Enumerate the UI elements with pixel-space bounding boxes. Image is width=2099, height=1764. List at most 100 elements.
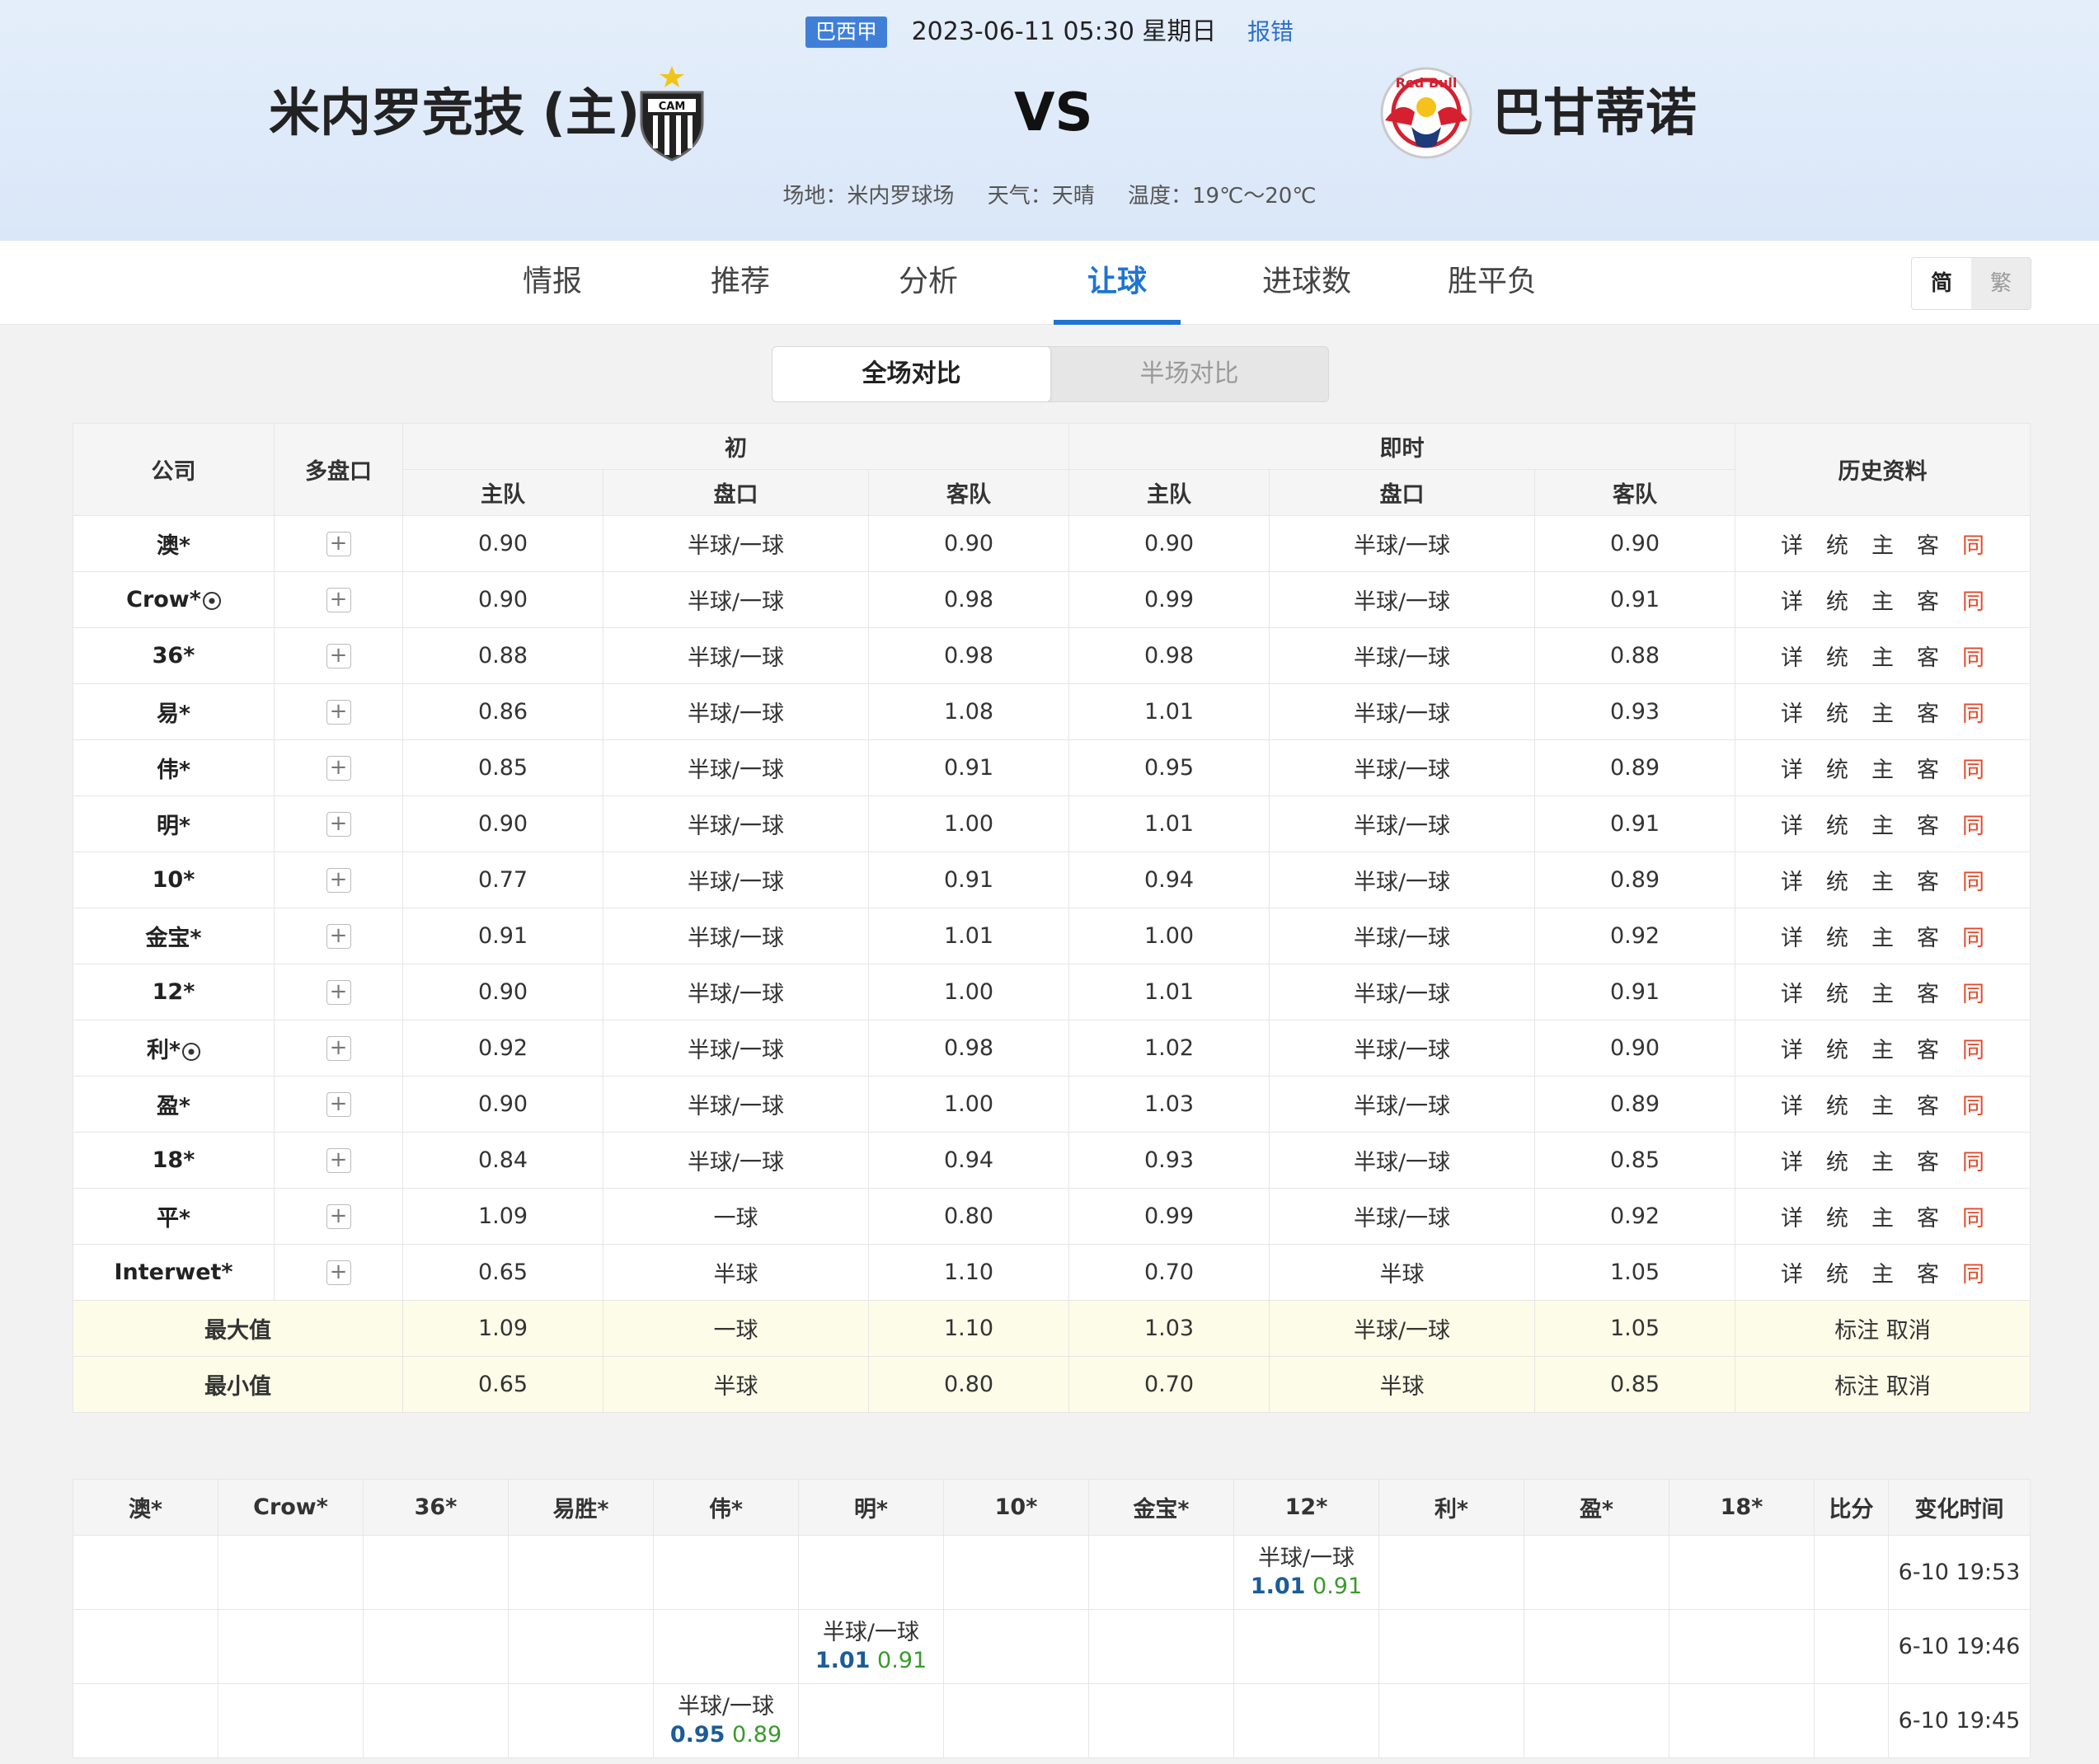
home-link[interactable]: 主 [1871,1144,1894,1176]
expand-plus-icon[interactable]: + [326,1092,351,1118]
same-link[interactable]: 同 [1962,1144,1984,1176]
expand-plus-icon[interactable]: + [326,980,351,1006]
tab-analysis[interactable]: 分析 [871,241,986,323]
away-link[interactable]: 客 [1917,1144,1939,1176]
detail-link[interactable]: 详 [1781,976,1803,1008]
expand-plus-icon[interactable]: + [326,1036,351,1062]
same-link[interactable]: 同 [1962,1032,1984,1064]
same-link[interactable]: 同 [1962,976,1984,1008]
company-name[interactable]: 澳* [73,515,275,572]
away-link[interactable]: 客 [1917,1032,1939,1064]
expand-plus-icon[interactable]: + [326,1148,351,1174]
expand-plus-icon[interactable]: + [326,644,351,669]
expand-plus-icon[interactable]: + [326,924,351,950]
stats-link[interactable]: 统 [1826,528,1848,560]
tab-handicap[interactable]: 让球 [1054,241,1181,325]
home-link[interactable]: 主 [1871,808,1894,840]
away-link[interactable]: 客 [1917,920,1939,952]
detail-link[interactable]: 详 [1781,1088,1803,1120]
stats-link[interactable]: 统 [1826,808,1848,840]
away-link[interactable]: 客 [1917,1256,1939,1288]
expand-plus-icon[interactable]: + [326,1204,351,1230]
league-badge[interactable]: 巴西甲 [805,16,888,48]
home-link[interactable]: 主 [1871,696,1894,728]
max-mark-link[interactable]: 标注 [1834,1318,1879,1344]
detail-link[interactable]: 详 [1781,1032,1803,1064]
home-link[interactable]: 主 [1871,920,1894,952]
same-link[interactable]: 同 [1962,640,1984,672]
expand-plus-icon[interactable]: + [326,756,351,781]
detail-link[interactable]: 详 [1781,920,1803,952]
expand-plus-icon[interactable]: + [326,588,351,613]
away-team-name[interactable]: 巴甘蒂诺 [1492,76,1697,150]
home-link[interactable]: 主 [1871,1088,1894,1120]
detail-link[interactable]: 详 [1781,808,1803,840]
expand-plus-icon[interactable]: + [326,1260,351,1286]
same-link[interactable]: 同 [1962,528,1984,560]
away-link[interactable]: 客 [1917,696,1939,728]
company-name[interactable]: 金宝* [73,908,275,964]
company-name[interactable]: 12* [73,964,275,1020]
company-name[interactable]: 盈* [73,1076,275,1133]
home-link[interactable]: 主 [1871,584,1894,616]
away-link[interactable]: 客 [1917,808,1939,840]
away-link[interactable]: 客 [1917,640,1939,672]
home-team-name[interactable]: 米内罗竞技 (主) [269,76,640,150]
stats-link[interactable]: 统 [1826,696,1848,728]
same-link[interactable]: 同 [1962,920,1984,952]
company-name[interactable]: Crow* [73,571,275,628]
company-name[interactable]: 10* [73,852,275,908]
stats-link[interactable]: 统 [1826,1256,1848,1288]
detail-link[interactable]: 详 [1781,696,1803,728]
company-name[interactable]: 伟* [73,739,275,796]
home-link[interactable]: 主 [1871,864,1894,896]
home-link[interactable]: 主 [1871,528,1894,560]
stats-link[interactable]: 统 [1826,920,1848,952]
stats-link[interactable]: 统 [1826,864,1848,896]
away-link[interactable]: 客 [1917,976,1939,1008]
expand-plus-icon[interactable]: + [326,532,351,557]
tab-recommend[interactable]: 推荐 [683,241,798,323]
company-name[interactable]: 36* [73,627,275,684]
expand-plus-icon[interactable]: + [326,868,351,894]
stats-link[interactable]: 统 [1826,640,1848,672]
same-link[interactable]: 同 [1962,1200,1984,1232]
stats-link[interactable]: 统 [1826,1144,1848,1176]
stats-link[interactable]: 统 [1826,752,1848,784]
stats-link[interactable]: 统 [1826,584,1848,616]
company-name[interactable]: 易* [73,683,275,740]
detail-link[interactable]: 详 [1781,584,1803,616]
expand-plus-icon[interactable]: + [326,700,351,725]
home-team-logo[interactable]: CAM [636,64,707,162]
full-match-button[interactable]: 全场对比 [772,347,1050,401]
tab-goals[interactable]: 进球数 [1237,241,1377,323]
report-error-link[interactable]: 报错 [1247,16,1294,49]
same-link[interactable]: 同 [1962,696,1984,728]
max-cancel-link[interactable]: 取消 [1886,1318,1931,1344]
company-name[interactable]: 明* [73,795,275,852]
company-name[interactable]: 平* [73,1188,275,1245]
detail-link[interactable]: 详 [1781,864,1803,896]
home-link[interactable]: 主 [1871,752,1894,784]
same-link[interactable]: 同 [1962,808,1984,840]
detail-link[interactable]: 详 [1781,528,1803,560]
detail-link[interactable]: 详 [1781,1144,1803,1176]
simplified-button[interactable]: 简 [1912,258,1971,309]
stats-link[interactable]: 统 [1826,1032,1848,1064]
home-link[interactable]: 主 [1871,1200,1894,1232]
min-cancel-link[interactable]: 取消 [1886,1374,1931,1400]
home-link[interactable]: 主 [1871,640,1894,672]
away-link[interactable]: 客 [1917,864,1939,896]
company-name[interactable]: 18* [73,1132,275,1189]
away-team-logo[interactable]: Red Bull [1378,66,1474,160]
same-link[interactable]: 同 [1962,864,1984,896]
stats-link[interactable]: 统 [1826,976,1848,1008]
expand-plus-icon[interactable]: + [326,812,351,837]
away-link[interactable]: 客 [1917,1088,1939,1120]
same-link[interactable]: 同 [1962,752,1984,784]
tab-1x2[interactable]: 胜平负 [1435,241,1550,323]
home-link[interactable]: 主 [1871,976,1894,1008]
away-link[interactable]: 客 [1917,1200,1939,1232]
detail-link[interactable]: 详 [1781,1256,1803,1288]
detail-link[interactable]: 详 [1781,752,1803,784]
